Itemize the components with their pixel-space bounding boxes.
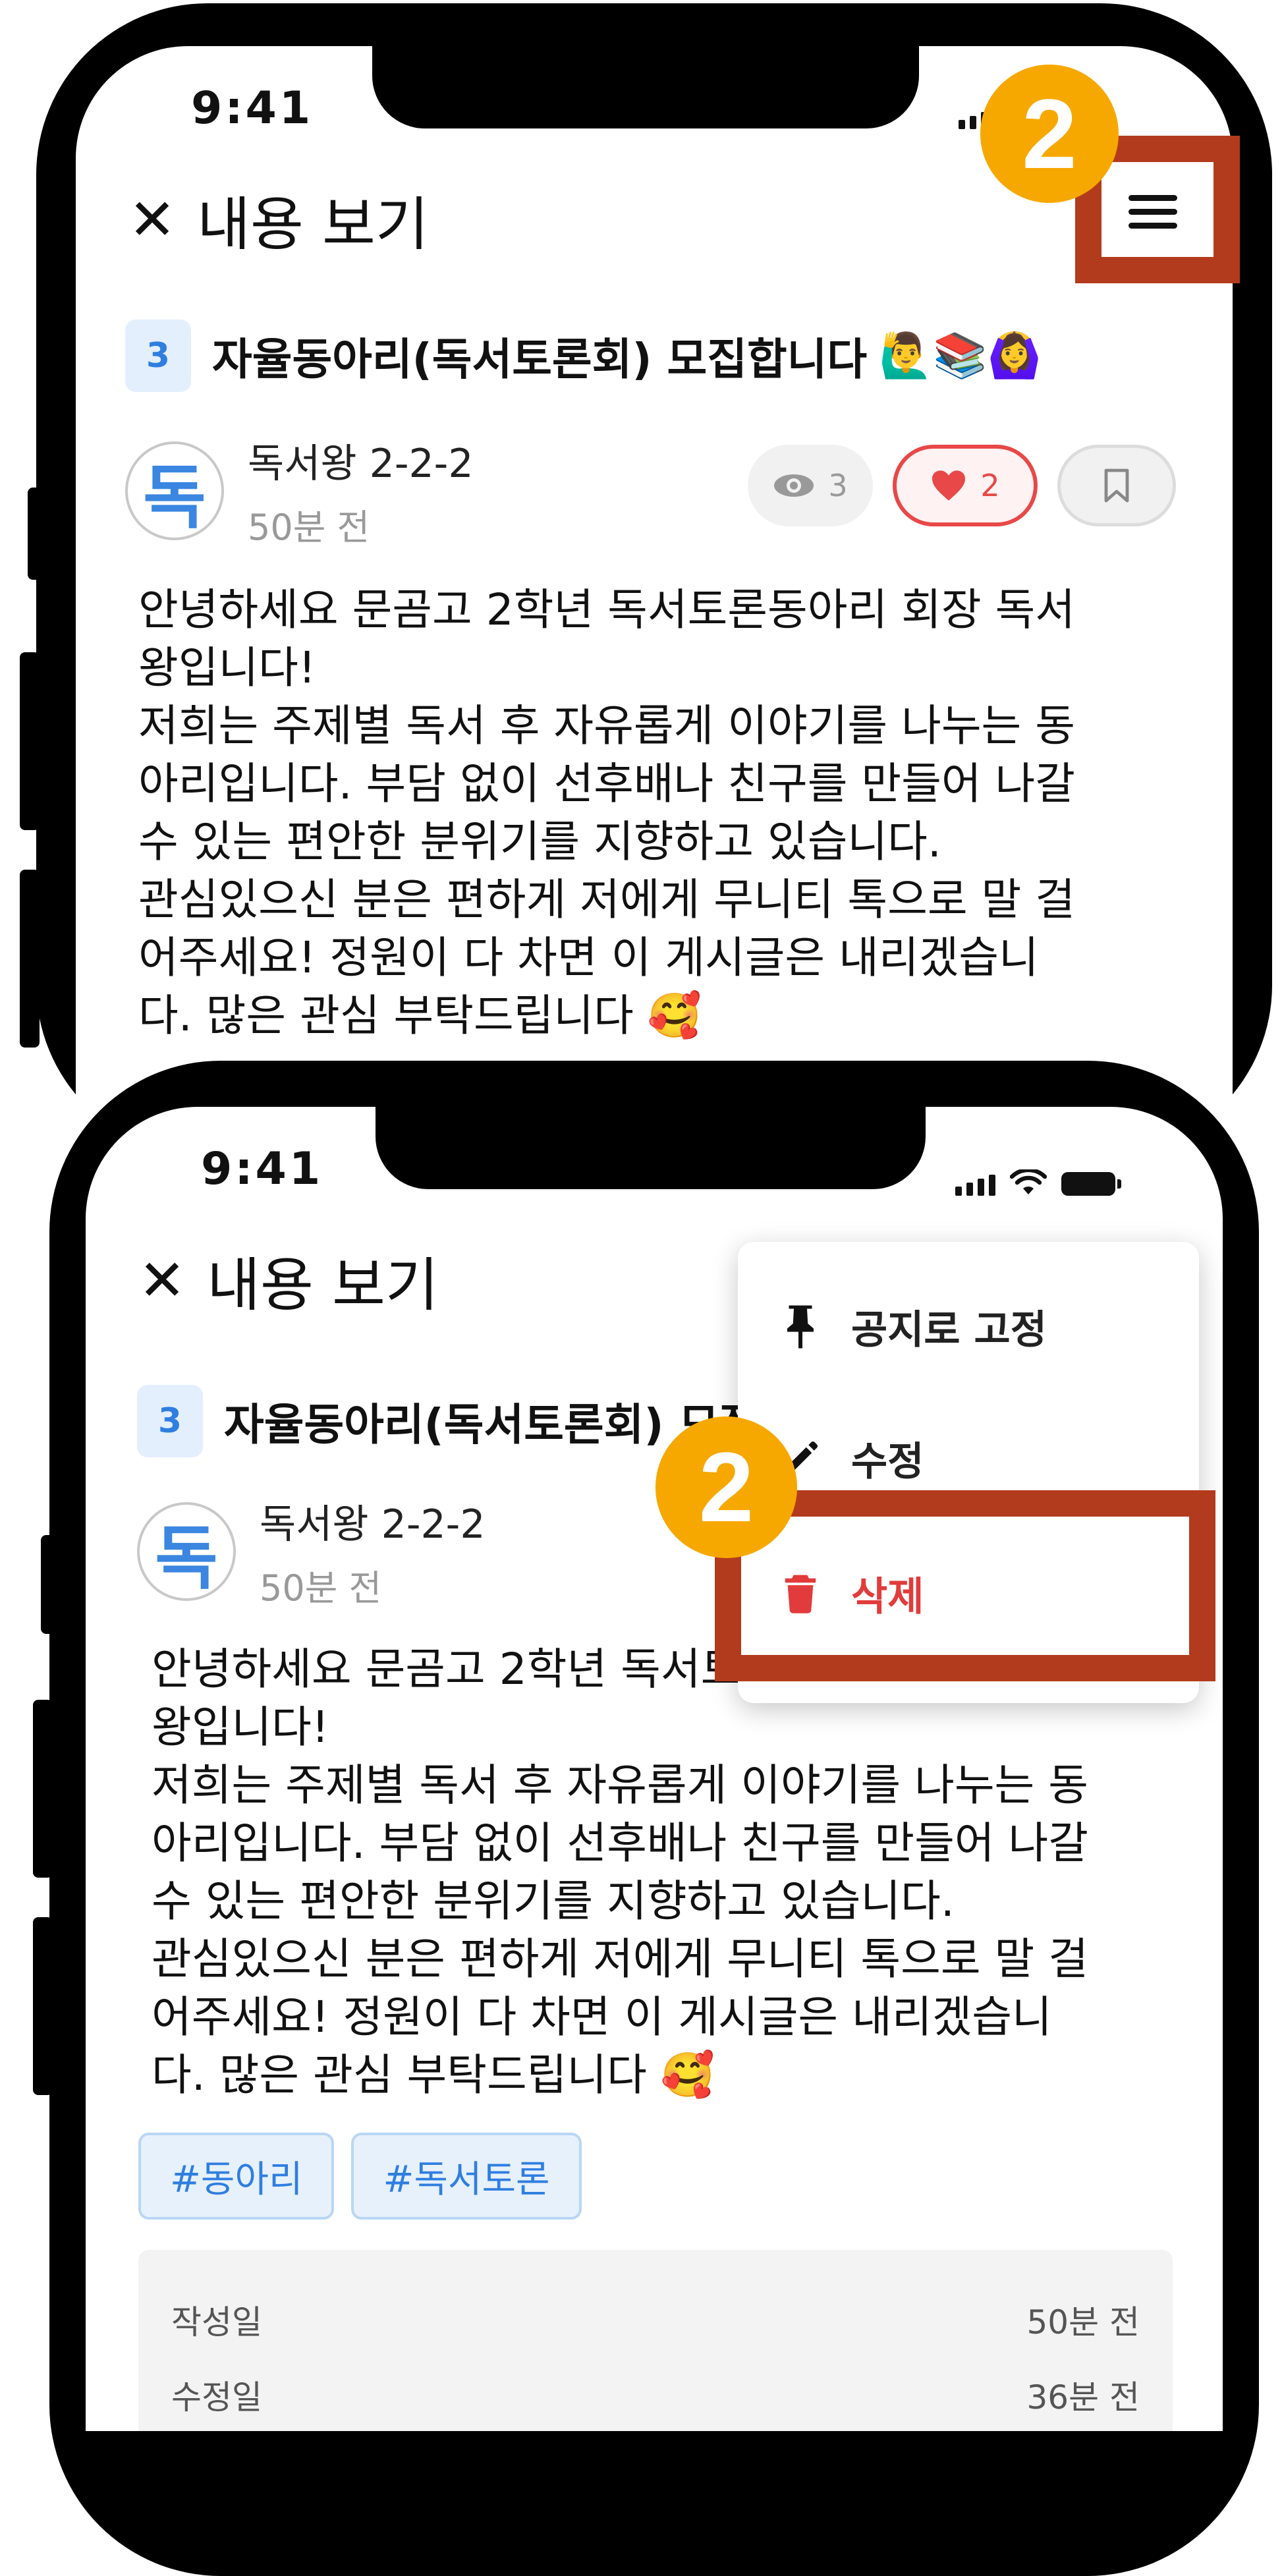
phone-top: 9:41 ✕ 내용 보기 3 자율동아리(독서토론회) 모집합니다 🙋‍♂️📚🙆… (0, 0, 1282, 1160)
tag-chip[interactable]: #동아리 (138, 2133, 335, 2220)
post-body: 안녕하세요 문곰고 2학년 독서토론동아리 회장 독서 왕입니다! 저희는 주제… (152, 1640, 1088, 2104)
tag-chip[interactable]: #독서토론 (351, 2133, 582, 2220)
post-info-box: 작성일 50분 전 수정일 36분 전 (138, 2250, 1173, 2431)
body-line: 아리입니다. 부담 없이 선후배나 친구를 만들어 나갈 (152, 1818, 1088, 1868)
body-line: 아리입니다. 부담 없이 선후배나 친구를 만들어 나갈 (138, 758, 1075, 809)
menu-item-pin[interactable]: 공지로 고정 (777, 1298, 1047, 1355)
post-title: 자율동아리(독서토론회) 모집합니다 (212, 334, 868, 385)
highlight-frame (715, 1490, 1215, 1681)
info-label: 수정일 (171, 2378, 262, 2417)
status-time: 9:41 (191, 82, 314, 134)
header: ✕ 내용 보기 (128, 178, 429, 262)
status-time: 9:41 (201, 1143, 323, 1195)
heart-icon (932, 470, 966, 501)
eye-icon (774, 474, 814, 497)
author-name: 독서왕 2-2-2 (260, 1501, 486, 1548)
views-count: 3 (828, 468, 848, 503)
author-row: 독 독서왕 2-2-2 50분 전 (137, 1492, 486, 1611)
author-name: 독서왕 2-2-2 (248, 441, 474, 487)
page-title: 내용 보기 (207, 1251, 439, 1319)
like-button[interactable]: 2 (893, 445, 1038, 526)
body-line: 저희는 주제별 독서 후 자유롭게 이야기를 나누는 동 (152, 1760, 1088, 1810)
body-line: 수 있는 편안한 분위기를 지향하고 있습니다. (138, 816, 941, 867)
post-title-row: 3 자율동아리(독서토론회) 모집합니다 🙋‍♂️📚🙆‍♀️ (125, 320, 1042, 392)
bookmark-icon (1104, 468, 1129, 503)
post-time: 50분 전 (248, 507, 370, 548)
info-value: 50분 전 (1026, 2303, 1140, 2341)
body-line: 어주세요! 정원이 다 차면 이 게시글은 내리겠습니 (152, 1992, 1052, 2042)
step-badge: 2 (980, 65, 1119, 203)
phone-bottom: 9:41 ✕ 내용 보기 3 자율동아리(독서토론회) 모집 독 독서왕 2-2… (0, 1061, 1282, 2576)
battery-icon (1061, 1172, 1121, 1196)
post-time: 50분 전 (260, 1567, 382, 1609)
body-line: 관심있으신 분은 편하게 저에게 무니티 톡으로 말 걸 (138, 874, 1075, 925)
phone-screen: 9:41 ✕ 내용 보기 3 자율동아리(독서토론회) 모집합니다 🙋‍♂️📚🙆… (76, 46, 1233, 1160)
post-title-row: 3 자율동아리(독서토론회) 모집 (137, 1385, 759, 1457)
author-row: 독 독서왕 2-2-2 50분 전 (125, 432, 474, 550)
body-line: 수 있는 편안한 분위기를 지향하고 있습니다. (152, 1876, 955, 1926)
close-icon[interactable]: ✕ (138, 1252, 186, 1309)
body-line: 어주세요! 정원이 다 차면 이 게시글은 내리겠습니 (138, 932, 1039, 983)
body-line: 관심있으신 분은 편하게 저에게 무니티 톡으로 말 걸 (152, 1934, 1088, 1984)
menu-item-label: 수정 (851, 1439, 924, 1485)
tag-list: #동아리 #독서토론 (138, 2133, 582, 2220)
body-line: 안녕하세요 문곰고 2학년 독서토론동아리 회장 독서 (138, 584, 1076, 635)
info-row-modified: 수정일 36분 전 (171, 2371, 1140, 2419)
status-icons (955, 1169, 1121, 1196)
views-pill: 3 (748, 445, 873, 526)
body-line: 저희는 주제별 독서 후 자유롭게 이야기를 나누는 동 (138, 700, 1075, 751)
post-number-badge: 3 (137, 1385, 203, 1457)
wifi-icon (1010, 1169, 1047, 1194)
close-icon[interactable]: ✕ (128, 192, 176, 248)
body-line: 다. 많은 관심 부탁드립니다 🥰 (138, 990, 702, 1041)
avatar[interactable]: 독 (137, 1502, 236, 1601)
notch (376, 1107, 926, 1189)
menu-item-label: 공지로 고정 (851, 1307, 1047, 1353)
menu-item-edit[interactable]: 수정 (777, 1430, 924, 1487)
title-emoji: 🙋‍♂️📚🙆‍♀️ (879, 330, 1042, 381)
bookmark-button[interactable] (1057, 445, 1176, 526)
avatar[interactable]: 독 (125, 441, 224, 540)
notch (372, 46, 919, 128)
step-badge: 2 (655, 1416, 797, 1558)
header: ✕ 내용 보기 (138, 1239, 439, 1322)
info-value: 36분 전 (1026, 2378, 1140, 2417)
body-line: 다. 많은 관심 부탁드립니다 🥰 (152, 2050, 715, 2100)
post-number-badge: 3 (125, 320, 191, 392)
post-body: 안녕하세요 문곰고 2학년 독서토론동아리 회장 독서 왕입니다! 저희는 주제… (138, 581, 1075, 1045)
likes-count: 2 (980, 468, 1000, 503)
phone-screen: 9:41 ✕ 내용 보기 3 자율동아리(독서토론회) 모집 독 독서왕 2-2… (86, 1107, 1223, 2431)
body-line: 왕입니다! (152, 1702, 329, 1752)
info-label: 작성일 (171, 2303, 262, 2341)
body-line: 왕입니다! (138, 642, 316, 693)
page-title: 내용 보기 (197, 190, 429, 258)
pin-icon (777, 1304, 823, 1350)
signal-icon (955, 1175, 995, 1196)
info-row-created: 작성일 50분 전 (171, 2296, 1140, 2343)
